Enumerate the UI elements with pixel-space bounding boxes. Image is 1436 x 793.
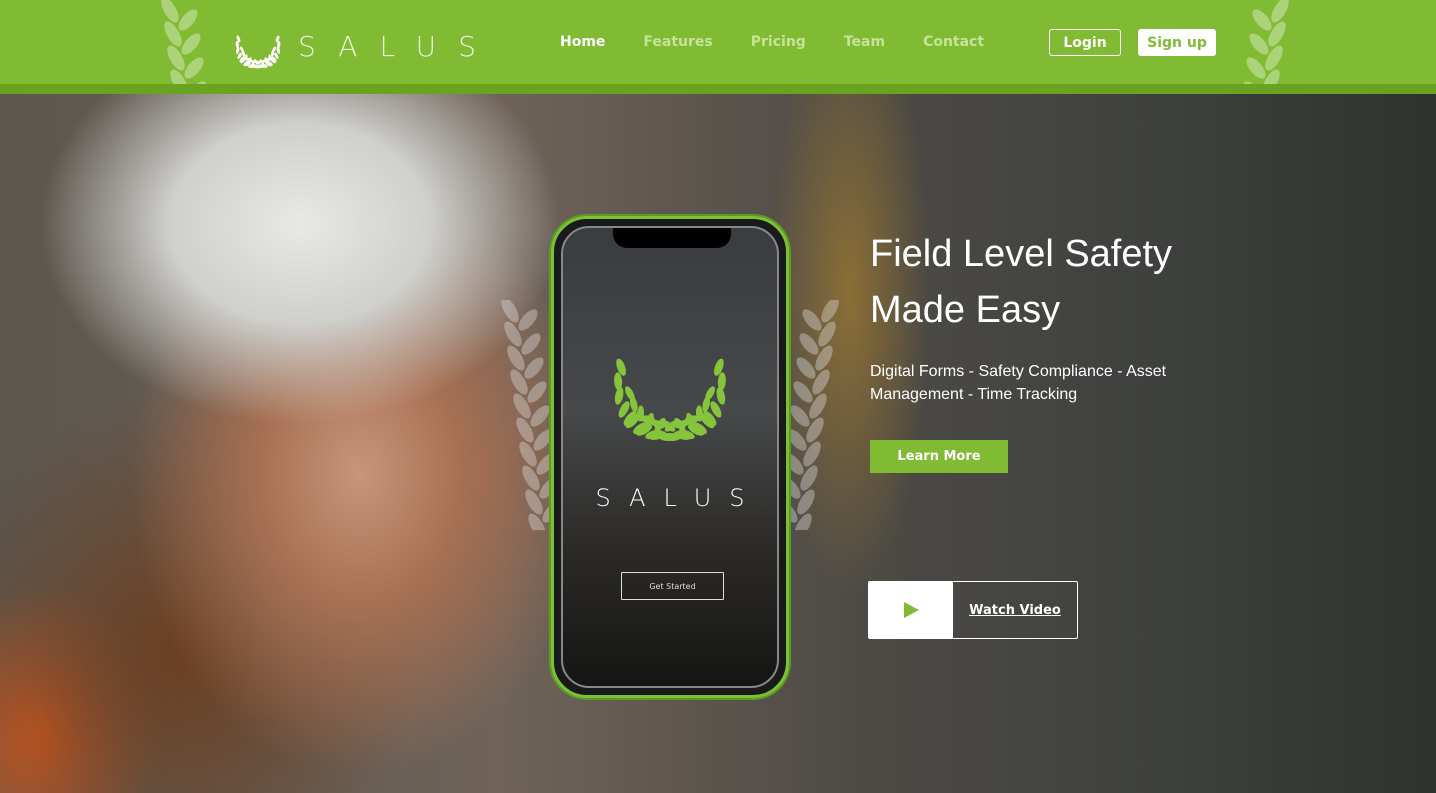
leaf — [799, 333, 819, 355]
leaf — [178, 9, 198, 31]
leaf — [1249, 33, 1269, 55]
leaf — [518, 309, 538, 331]
leaf — [530, 405, 550, 427]
leaf — [161, 0, 179, 23]
brand-name: SALUS — [298, 29, 498, 63]
leaf — [802, 309, 822, 331]
phone-screen: SALUS Get Started — [561, 226, 779, 688]
watch-video-label: Watch Video — [969, 602, 1061, 618]
laurel-ghost-right-icon — [780, 300, 839, 530]
leaf — [1246, 57, 1266, 79]
phone-mockup: SALUS Get Started — [551, 216, 789, 698]
login-button[interactable]: Login — [1049, 29, 1121, 56]
laurel-decoration-icon — [161, 0, 207, 84]
leaf — [821, 300, 839, 323]
play-icon — [904, 602, 919, 618]
laurel-ghost-left-icon — [501, 300, 560, 530]
play-button[interactable] — [869, 582, 953, 638]
watch-video-button[interactable]: Watch Video — [868, 581, 1078, 639]
headline-line-2: Made Easy — [870, 289, 1061, 331]
leaf — [790, 405, 810, 427]
leaf — [796, 357, 816, 379]
leaf — [1252, 9, 1272, 31]
nav-contact[interactable]: Contact — [923, 34, 984, 50]
wreath-logo-icon — [235, 35, 281, 69]
leaf — [181, 33, 201, 55]
leaf — [716, 386, 726, 405]
nav-pricing[interactable]: Pricing — [751, 34, 806, 50]
leaf — [235, 46, 240, 54]
wreath-logo-icon — [614, 358, 726, 441]
leaf — [614, 386, 624, 405]
nav-features[interactable]: Features — [643, 34, 712, 50]
leaf — [276, 46, 281, 54]
leaf — [521, 333, 541, 355]
leaf — [501, 300, 519, 323]
leaf — [184, 57, 204, 79]
main-menu: Home Features Pricing Team Contact — [560, 34, 1022, 50]
phone-brand-name: SALUS — [595, 484, 763, 512]
brand-logo[interactable]: SALUS — [232, 20, 498, 72]
navbar-bottom-strip — [0, 84, 1436, 94]
leaf — [1271, 0, 1289, 23]
nav-home[interactable]: Home — [560, 34, 605, 50]
learn-more-button[interactable]: Learn More — [870, 440, 1008, 473]
leaf — [524, 357, 544, 379]
signup-button[interactable]: Sign up — [1138, 29, 1216, 56]
laurel-decoration-icon — [1243, 0, 1289, 84]
nav-team[interactable]: Team — [844, 34, 885, 50]
top-navbar: SALUS Home Features Pricing Team Contact… — [0, 0, 1436, 84]
phone-notch — [613, 228, 731, 248]
get-started-button[interactable]: Get Started — [621, 572, 724, 600]
hero-headline: Field Level Safety Made Easy — [870, 226, 1172, 338]
headline-line-1: Field Level Safety — [870, 233, 1173, 275]
leaf — [793, 381, 813, 403]
leaf — [527, 381, 547, 403]
hero-subtitle: Digital Forms - Safety Compliance - Asse… — [870, 363, 1167, 403]
